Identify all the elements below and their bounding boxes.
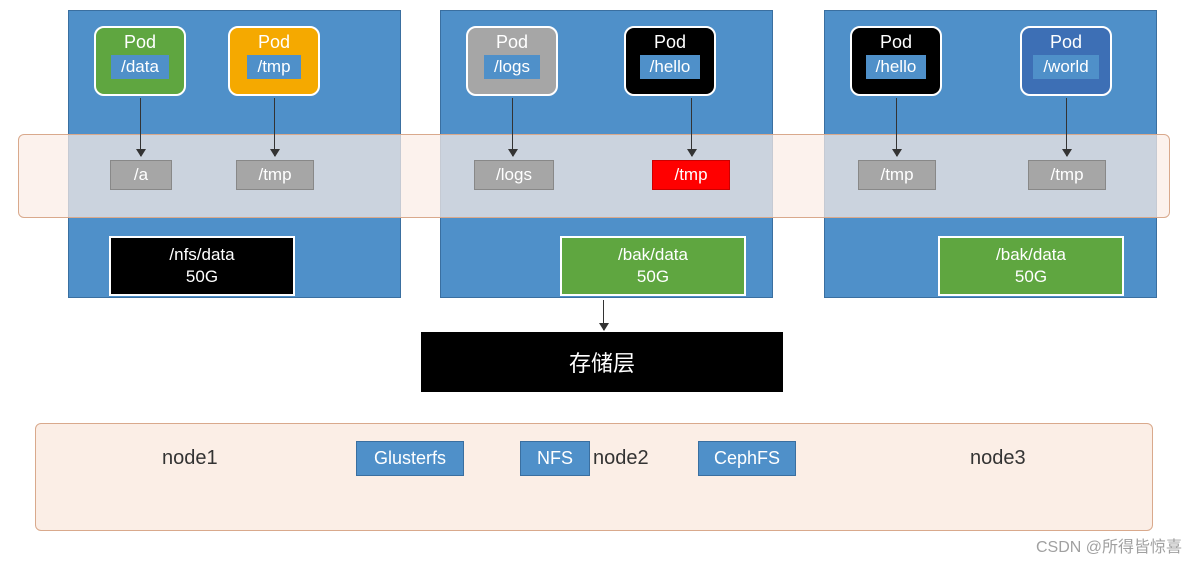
arrow xyxy=(512,98,513,156)
pv-size: 50G xyxy=(562,266,744,288)
pod-path: /tmp xyxy=(247,55,300,79)
overlay-band xyxy=(18,134,1170,218)
storage-layer: 存储层 xyxy=(421,332,783,392)
pod-3a: Pod /hello xyxy=(850,26,942,96)
pod-path: /logs xyxy=(484,55,540,79)
arrow xyxy=(603,300,604,330)
arrow xyxy=(896,98,897,156)
arrow xyxy=(691,98,692,156)
pod-path: /hello xyxy=(866,55,927,79)
node-label-3: node3 xyxy=(970,447,1026,470)
node-label-2: node2 xyxy=(593,447,649,470)
mount-1a: /a xyxy=(110,160,172,190)
pv-1: /nfs/data 50G xyxy=(109,236,295,296)
pod-label: Pod xyxy=(626,32,714,53)
pod-label: Pod xyxy=(230,32,318,53)
fs-glusterfs: Glusterfs xyxy=(356,441,464,476)
pv-size: 50G xyxy=(111,266,293,288)
node-label-1: node1 xyxy=(162,447,218,470)
mount-1b: /tmp xyxy=(236,160,314,190)
pv-2: /bak/data 50G xyxy=(560,236,746,296)
arrow xyxy=(140,98,141,156)
mount-3b: /tmp xyxy=(1028,160,1106,190)
pv-3: /bak/data 50G xyxy=(938,236,1124,296)
pod-path: /hello xyxy=(640,55,701,79)
pod-3b: Pod /world xyxy=(1020,26,1112,96)
pv-path: /bak/data xyxy=(940,244,1122,266)
fs-cephfs: CephFS xyxy=(698,441,796,476)
mount-2b: /tmp xyxy=(652,160,730,190)
pod-label: Pod xyxy=(852,32,940,53)
pod-path: /data xyxy=(111,55,169,79)
pv-size: 50G xyxy=(940,266,1122,288)
pv-path: /nfs/data xyxy=(111,244,293,266)
pod-1b: Pod /tmp xyxy=(228,26,320,96)
pod-label: Pod xyxy=(96,32,184,53)
pod-1a: Pod /data xyxy=(94,26,186,96)
arrow xyxy=(1066,98,1067,156)
fs-nfs: NFS xyxy=(520,441,590,476)
pod-label: Pod xyxy=(468,32,556,53)
mount-2a: /logs xyxy=(474,160,554,190)
pod-2b: Pod /hello xyxy=(624,26,716,96)
mount-3a: /tmp xyxy=(858,160,936,190)
watermark: CSDN @所得皆惊喜 xyxy=(1036,533,1182,557)
pv-path: /bak/data xyxy=(562,244,744,266)
bottom-band xyxy=(35,423,1153,531)
pod-path: /world xyxy=(1033,55,1098,79)
arrow xyxy=(274,98,275,156)
pod-label: Pod xyxy=(1022,32,1110,53)
pod-2a: Pod /logs xyxy=(466,26,558,96)
